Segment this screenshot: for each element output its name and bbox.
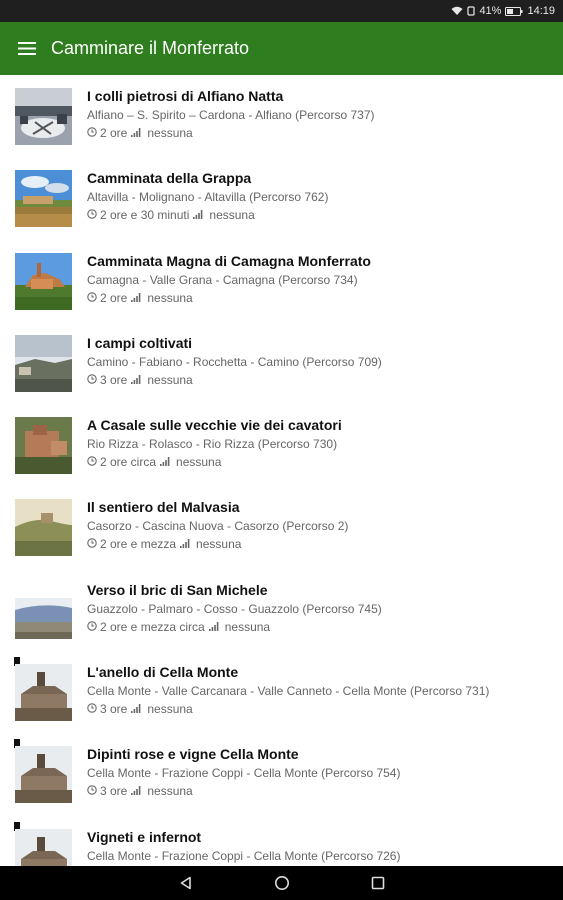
route-thumbnail — [15, 828, 72, 866]
route-path: Altavilla - Molignano - Altavilla (Perco… — [87, 190, 329, 205]
route-path: Casorzo - Cascina Nuova - Casorzo (Perco… — [87, 519, 349, 534]
route-title: Camminata Magna di Camagna Monferrato — [87, 252, 371, 269]
app-title: Camminare il Monferrato — [51, 38, 250, 58]
route-path: Cella Monte - Valle Carcanara - Valle Ca… — [87, 684, 490, 699]
clock-icon — [87, 124, 100, 142]
route-path: Guazzolo - Palmaro - Cosso - Guazzolo (P… — [87, 601, 382, 616]
route-title: Il sentiero del Malvasia — [87, 499, 240, 516]
route-duration: 3 ore — [100, 702, 128, 717]
route-thumbnail — [15, 88, 72, 145]
battery-icon — [505, 6, 523, 16]
route-title: I campi coltivati — [87, 334, 193, 351]
clock-icon — [87, 371, 100, 389]
route-difficulty: nessuna — [209, 208, 255, 223]
route-title: L'anello di Cella Monte — [87, 664, 239, 681]
route-difficulty: nessuna — [147, 126, 193, 140]
route-title: Vigneti e infernot — [87, 828, 202, 845]
difficulty-icon — [131, 371, 144, 389]
wifi-icon — [451, 6, 463, 16]
clock-icon — [87, 206, 100, 224]
status-bar: 41% 14:19 — [0, 0, 563, 22]
sync-icon — [467, 6, 476, 16]
route-thumbnail — [15, 581, 72, 639]
route-path: Cella Monte - Frazione Coppi - Cella Mon… — [87, 766, 401, 781]
battery-percent: 41% — [479, 5, 502, 17]
route-title: Dipinti rose e vigne Cella Monte — [87, 746, 299, 763]
difficulty-icon — [193, 206, 206, 224]
route-duration: 2 ore e mezza circa — [100, 619, 205, 634]
home-circle-icon[interactable] — [252, 866, 312, 900]
route-thumbnail — [15, 664, 72, 722]
route-duration: 3 ore — [100, 784, 128, 799]
route-thumbnail — [15, 746, 72, 804]
difficulty-icon — [160, 453, 173, 471]
difficulty-icon — [208, 618, 222, 636]
difficulty-icon — [180, 535, 193, 553]
route-thumbnail — [15, 334, 72, 392]
route-difficulty: nessuna — [147, 372, 193, 387]
route-thumbnail — [15, 499, 72, 557]
route-list-item[interactable]: A Casale sulle vecchie vie dei cavatori … — [0, 404, 563, 486]
route-list-item[interactable]: Il sentiero del Malvasia Casorzo - Casci… — [0, 486, 563, 568]
app-bar: Camminare il Monferrato — [0, 22, 563, 75]
route-duration: 2 ore e 30 minuti — [100, 208, 190, 223]
hamburger-menu-icon[interactable] — [0, 22, 54, 75]
route-list-item[interactable]: Camminata della Grappa Altavilla - Molig… — [0, 157, 563, 239]
clock-icon — [87, 535, 100, 553]
route-list-item[interactable]: Camminata Magna di Camagna Monferrato Ca… — [0, 240, 563, 322]
back-triangle-icon[interactable] — [156, 866, 216, 900]
route-difficulty: nessuna — [176, 455, 222, 470]
route-path: Camagna - Valle Grana - Camagna (Percors… — [87, 272, 358, 287]
route-difficulty: nessuna — [224, 619, 271, 634]
route-difficulty: nessuna — [147, 290, 193, 305]
route-thumbnail — [15, 170, 72, 228]
difficulty-icon — [131, 289, 144, 307]
route-duration: 2 ore — [100, 126, 128, 140]
clock-icon — [87, 782, 100, 800]
route-duration: 3 ore — [100, 372, 128, 387]
difficulty-icon — [131, 124, 144, 142]
route-list-item[interactable]: I campi coltivati Camino - Fabiano - Roc… — [0, 322, 563, 404]
clock-icon — [87, 453, 100, 471]
difficulty-icon — [131, 700, 144, 718]
route-difficulty: nessuna — [196, 537, 242, 552]
navigation-bar — [0, 866, 563, 900]
route-difficulty: nessuna — [147, 702, 193, 717]
clock-icon — [87, 289, 100, 307]
route-list-item[interactable]: L'anello di Cella Monte Cella Monte - Va… — [0, 651, 563, 733]
route-duration: 2 ore — [100, 290, 128, 305]
route-list[interactable]: I colli pietrosi di Alfiano Natta Alfian… — [0, 75, 563, 866]
route-path: Cella Monte - Frazione Coppi - Cella Mon… — [87, 848, 401, 863]
route-list-item[interactable]: Verso il bric di San Michele Guazzolo - … — [0, 569, 563, 651]
route-thumbnail — [15, 417, 72, 475]
clock-icon — [87, 618, 100, 636]
route-list-item[interactable]: I colli pietrosi di Alfiano Natta Alfian… — [0, 75, 563, 157]
route-title: I colli pietrosi di Alfiano Natta — [87, 88, 284, 104]
route-title: A Casale sulle vecchie vie dei cavatori — [87, 417, 342, 434]
route-duration: 2 ore circa — [100, 455, 157, 470]
clock-icon — [87, 700, 100, 718]
recents-square-icon[interactable] — [348, 866, 408, 900]
route-title: Verso il bric di San Michele — [87, 581, 268, 598]
route-path: Rio Rizza - Rolasco - Rio Rizza (Percors… — [87, 437, 338, 452]
route-list-item[interactable]: Dipinti rose e vigne Cella Monte Cella M… — [0, 733, 563, 815]
route-difficulty: nessuna — [147, 784, 193, 799]
clock: 14:19 — [527, 5, 555, 17]
route-thumbnail — [15, 252, 72, 310]
route-list-item[interactable]: Vigneti e infernot Cella Monte - Frazion… — [0, 816, 563, 866]
route-title: Camminata della Grappa — [87, 170, 252, 187]
route-path: Camino - Fabiano - Rocchetta - Camino (P… — [87, 354, 382, 369]
route-path: Alfiano – S. Spirito – Cardona - Alfiano… — [87, 108, 375, 122]
route-duration: 2 ore e mezza — [100, 537, 177, 552]
difficulty-icon — [131, 782, 144, 800]
